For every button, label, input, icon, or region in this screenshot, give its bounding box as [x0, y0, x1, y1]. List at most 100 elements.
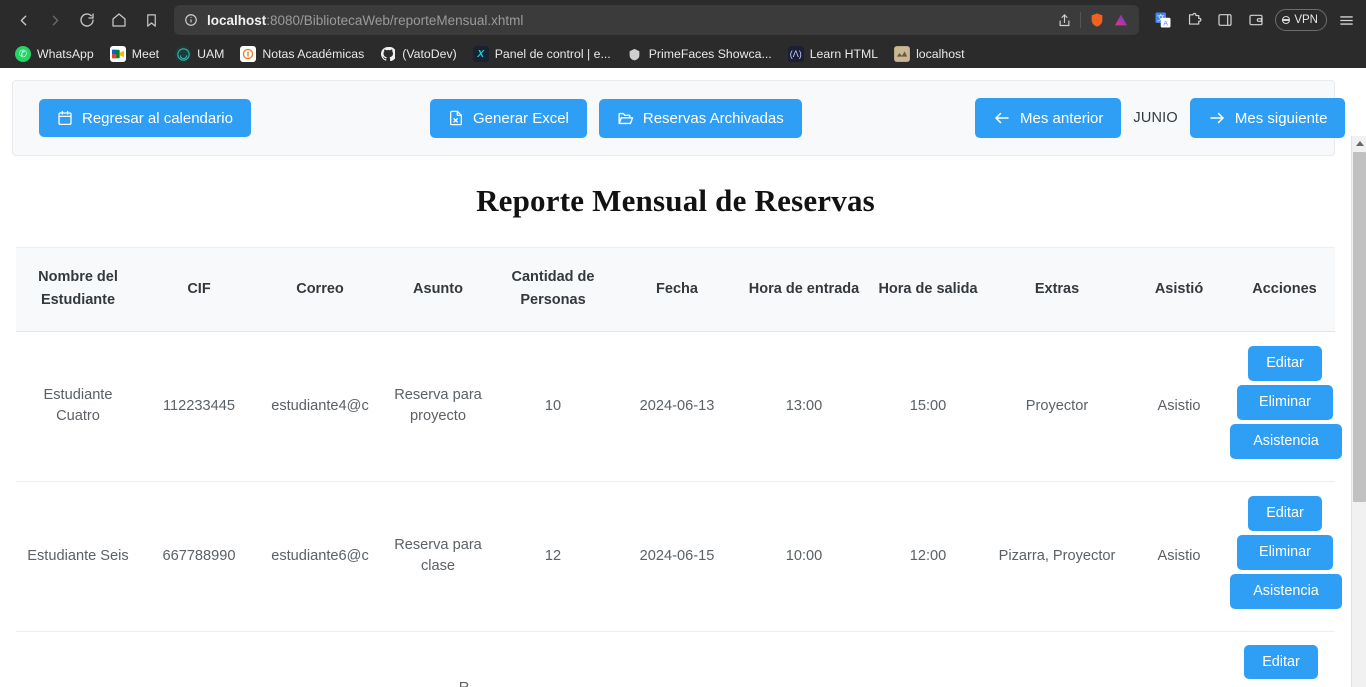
cell-asunto: Reserva para proyecto [382, 331, 494, 481]
cell-acciones: Editar Eliminar Asistencia [1234, 481, 1335, 631]
bookmark-localhost[interactable]: localhost [887, 43, 972, 65]
x-panel-icon: X [473, 46, 489, 62]
table-row: Estudiante Seis 667788990 estudiante6@c … [16, 481, 1335, 631]
bookmark-notas-academicas[interactable]: Notas Académicas [233, 43, 371, 65]
google-translate-icon[interactable]: 文A [1151, 8, 1175, 32]
arrow-right-icon [1208, 109, 1226, 127]
table-body: Estudiante Cuatro 112233445 estudiante4@… [16, 331, 1335, 631]
browser-extensions: 文A VPN [1145, 8, 1358, 32]
bookmark-label: Notas Académicas [262, 47, 364, 61]
svg-text:A: A [1164, 21, 1169, 28]
column-header-fecha[interactable]: Fecha [612, 248, 742, 332]
bookmark-meet[interactable]: Meet [103, 43, 166, 65]
column-header-extras[interactable]: Extras [990, 248, 1124, 332]
back-icon[interactable] [8, 5, 38, 35]
column-header-hora-entrada[interactable]: Hora de entrada [742, 248, 866, 332]
table-row: Estudiante Cuatro 112233445 estudiante4@… [16, 331, 1335, 481]
cell-asunto-partial: R [408, 680, 520, 687]
browser-toolbar: localhost:8080/BibliotecaWeb/reporteMens… [0, 0, 1366, 40]
brave-shields-icon[interactable] [1089, 12, 1105, 28]
reservas-archivadas-button[interactable]: Reservas Archivadas [599, 99, 802, 138]
column-header-asunto[interactable]: Asunto [382, 248, 494, 332]
bookmark-label: UAM [197, 47, 224, 61]
bookmark-icon[interactable] [136, 5, 166, 35]
extensions-puzzle-icon[interactable] [1182, 8, 1206, 32]
bookmark-whatsapp[interactable]: ✆ WhatsApp [8, 43, 101, 65]
address-bar[interactable]: localhost:8080/BibliotecaWeb/reporteMens… [174, 5, 1139, 35]
cell-fecha: 2024-06-13 [612, 331, 742, 481]
learn-html-icon: (Λ) [788, 46, 804, 62]
column-header-nombre[interactable]: Nombre del Estudiante [16, 248, 140, 332]
eliminar-button[interactable]: Eliminar [1237, 385, 1333, 420]
notas-academicas-icon [240, 46, 256, 62]
hamburger-menu-icon[interactable] [1334, 8, 1358, 32]
cell-asistio: Asistio [1124, 331, 1234, 481]
column-header-cif[interactable]: CIF [140, 248, 258, 332]
whatsapp-icon: ✆ [15, 46, 31, 62]
brave-rewards-icon[interactable] [1113, 12, 1129, 28]
vpn-button[interactable]: VPN [1275, 9, 1327, 31]
scrollbar-thumb[interactable] [1353, 152, 1366, 502]
page-scrollbar[interactable] [1351, 136, 1366, 687]
bookmark-vatodev[interactable]: (VatoDev) [373, 43, 463, 65]
editar-button[interactable]: Editar [1248, 346, 1322, 381]
share-icon[interactable] [1057, 13, 1072, 28]
editar-button[interactable]: Editar [1248, 496, 1322, 531]
generar-excel-button[interactable]: Generar Excel [430, 99, 587, 138]
reload-icon[interactable] [72, 5, 102, 35]
bookmark-label: WhatsApp [37, 47, 94, 61]
divider [1080, 12, 1081, 28]
cell-nombre: Estudiante Cuatro [16, 331, 140, 481]
mes-anterior-label: Mes anterior [1020, 111, 1103, 126]
cell-cantidad: 12 [494, 481, 612, 631]
url-host: localhost [207, 13, 266, 28]
mes-anterior-button[interactable]: Mes anterior [975, 98, 1121, 138]
cell-extras: Proyector [990, 331, 1124, 481]
bookmark-label: Panel de control | e... [495, 47, 611, 61]
url-text: localhost:8080/BibliotecaWeb/reporteMens… [207, 13, 523, 28]
cell-cif: 667788990 [140, 481, 258, 631]
sidebar-toggle-icon[interactable] [1213, 8, 1237, 32]
bookmark-label: localhost [916, 47, 965, 61]
asistencia-button[interactable]: Asistencia [1230, 574, 1342, 609]
cell-correo: estudiante6@c [258, 481, 382, 631]
page-content: Regresar al calendario Generar Excel Res… [0, 68, 1366, 687]
month-navigation-group: Mes anterior JUNIO Mes siguiente [975, 98, 1345, 138]
reservas-archivadas-label: Reservas Archivadas [643, 111, 784, 126]
cell-asunto: Reserva para clase [382, 481, 494, 631]
column-header-asistio[interactable]: Asistió [1124, 248, 1234, 332]
home-icon[interactable] [104, 5, 134, 35]
column-header-cantidad[interactable]: Cantidad de Personas [494, 248, 612, 332]
wallet-icon[interactable] [1244, 8, 1268, 32]
uam-icon [175, 46, 191, 62]
scroll-up-icon[interactable] [1352, 136, 1366, 151]
bookmark-learn-html[interactable]: (Λ) Learn HTML [781, 43, 885, 65]
action-buttons-stack: Editar Eliminar Asistencia [1234, 496, 1335, 616]
cell-correo: estudiante4@c [258, 331, 382, 481]
regresar-label: Regresar al calendario [82, 111, 233, 126]
column-header-hora-salida[interactable]: Hora de salida [866, 248, 990, 332]
bookmark-panel-de-control[interactable]: X Panel de control | e... [466, 43, 618, 65]
url-path: :8080/BibliotecaWeb/reporteMensual.xhtml [266, 13, 523, 28]
site-info-icon[interactable] [184, 13, 198, 27]
browser-chrome: localhost:8080/BibliotecaWeb/reporteMens… [0, 0, 1366, 68]
bookmark-uam[interactable]: UAM [168, 43, 231, 65]
editar-button[interactable]: Editar [1244, 645, 1318, 679]
mes-siguiente-button[interactable]: Mes siguiente [1190, 98, 1346, 138]
primefaces-icon [627, 46, 643, 62]
column-header-correo[interactable]: Correo [258, 248, 382, 332]
excel-file-icon [448, 110, 464, 126]
bookmark-primefaces[interactable]: PrimeFaces Showca... [620, 43, 779, 65]
column-header-acciones[interactable]: Acciones [1234, 248, 1335, 332]
eliminar-button[interactable]: Eliminar [1237, 535, 1333, 570]
address-bar-actions [1057, 12, 1129, 28]
bookmark-label: (VatoDev) [402, 47, 456, 61]
regresar-al-calendario-button[interactable]: Regresar al calendario [39, 99, 251, 137]
calendar-icon [57, 110, 73, 126]
bookmark-label: PrimeFaces Showca... [649, 47, 772, 61]
cell-cantidad: 10 [494, 331, 612, 481]
cell-hora-salida: 15:00 [866, 331, 990, 481]
forward-icon[interactable] [40, 5, 70, 35]
asistencia-button[interactable]: Asistencia [1230, 424, 1342, 459]
report-table-container: Nombre del Estudiante CIF Correo Asunto … [0, 247, 1351, 687]
